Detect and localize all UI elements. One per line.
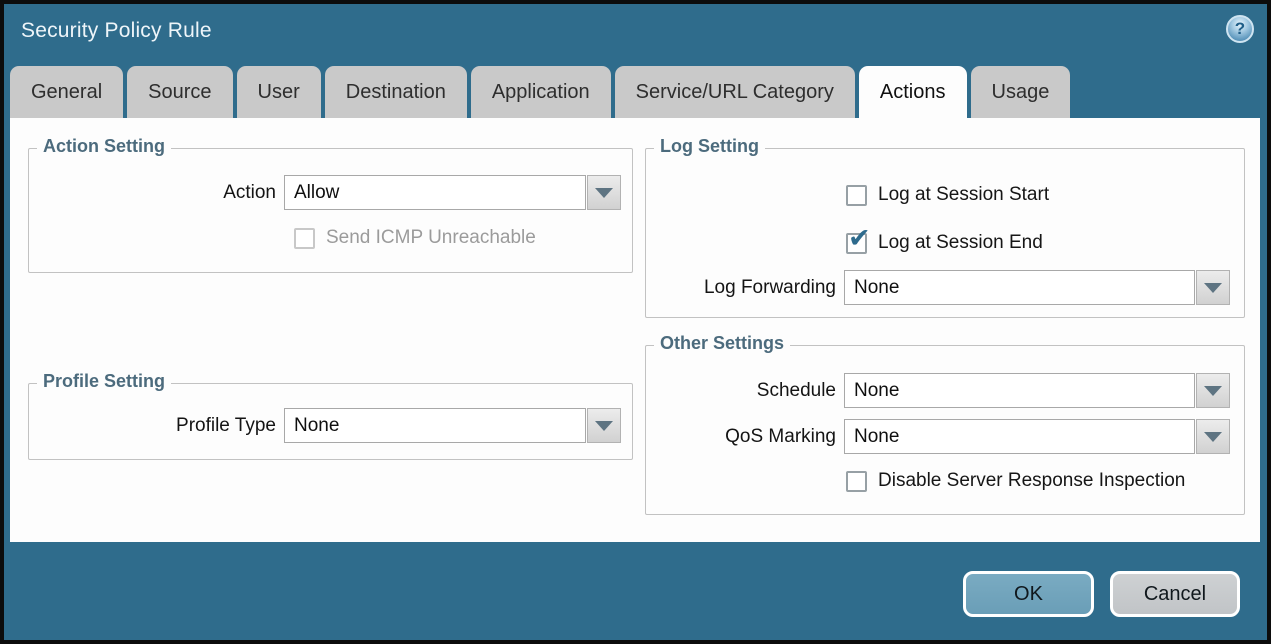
actions-tab-panel: Action Setting Action Allow Send ICMP Un… <box>10 118 1260 542</box>
schedule-row: Schedule None <box>646 373 1244 408</box>
cancel-button[interactable]: Cancel <box>1110 571 1240 617</box>
log-session-end-label: Log at Session End <box>878 232 1043 254</box>
log-session-start-label: Log at Session Start <box>878 184 1049 206</box>
qos-marking-label: QoS Marking <box>646 426 836 448</box>
tab-usage[interactable]: Usage <box>971 66 1071 118</box>
schedule-combo: None <box>844 373 1230 408</box>
log-forwarding-combo: None <box>844 270 1230 305</box>
qos-marking-dropdown[interactable]: None <box>844 419 1195 454</box>
tab-user[interactable]: User <box>237 66 321 118</box>
tab-service-url-category[interactable]: Service/URL Category <box>615 66 855 118</box>
profile-type-label: Profile Type <box>29 415 276 437</box>
log-session-start-checkbox[interactable] <box>846 185 867 206</box>
action-setting-group: Action Setting Action Allow Send ICMP Un… <box>28 148 633 273</box>
dialog-title: Security Policy Rule <box>21 19 212 43</box>
tab-source[interactable]: Source <box>127 66 232 118</box>
send-icmp-row: Send ICMP Unreachable <box>294 227 536 249</box>
schedule-dropdown-button[interactable] <box>1196 373 1230 408</box>
profile-type-dropdown[interactable]: None <box>284 408 586 443</box>
tab-bar: General Source User Destination Applicat… <box>10 66 1070 118</box>
other-settings-legend: Other Settings <box>654 333 790 354</box>
chevron-down-icon <box>1204 283 1222 293</box>
log-forwarding-row: Log Forwarding None <box>646 270 1244 305</box>
question-mark-icon: ? <box>1235 19 1245 39</box>
dsri-label: Disable Server Response Inspection <box>878 470 1185 492</box>
help-button[interactable]: ? <box>1226 15 1254 43</box>
chevron-down-icon <box>595 188 613 198</box>
log-session-start-row: Log at Session Start <box>846 184 1049 206</box>
log-forwarding-dropdown-button[interactable] <box>1196 270 1230 305</box>
action-dropdown[interactable]: Allow <box>284 175 586 210</box>
other-settings-group: Other Settings Schedule None QoS Marking… <box>645 345 1245 515</box>
profile-type-row: Profile Type None <box>29 408 632 443</box>
log-forwarding-dropdown[interactable]: None <box>844 270 1195 305</box>
action-setting-legend: Action Setting <box>37 136 171 157</box>
schedule-label: Schedule <box>646 380 836 402</box>
ok-button[interactable]: OK <box>963 571 1094 617</box>
dsri-checkbox[interactable] <box>846 471 867 492</box>
chevron-down-icon <box>1204 432 1222 442</box>
log-forwarding-label: Log Forwarding <box>646 277 836 299</box>
profile-type-dropdown-button[interactable] <box>587 408 621 443</box>
qos-marking-dropdown-button[interactable] <box>1196 419 1230 454</box>
chevron-down-icon <box>1204 386 1222 396</box>
tab-actions[interactable]: Actions <box>859 66 967 118</box>
profile-setting-legend: Profile Setting <box>37 371 171 392</box>
action-row: Action Allow <box>29 175 632 210</box>
dsri-row: Disable Server Response Inspection <box>846 470 1185 492</box>
action-label: Action <box>29 182 276 204</box>
qos-marking-combo: None <box>844 419 1230 454</box>
log-session-end-row: Log at Session End <box>846 232 1043 254</box>
tab-general[interactable]: General <box>10 66 123 118</box>
security-policy-rule-dialog: Security Policy Rule ? General Source Us… <box>0 0 1271 644</box>
profile-type-combo: None <box>284 408 621 443</box>
schedule-dropdown[interactable]: None <box>844 373 1195 408</box>
action-dropdown-button[interactable] <box>587 175 621 210</box>
profile-setting-group: Profile Setting Profile Type None <box>28 383 633 460</box>
action-combo: Allow <box>284 175 621 210</box>
log-session-end-checkbox[interactable] <box>846 233 867 254</box>
log-setting-legend: Log Setting <box>654 136 765 157</box>
qos-marking-row: QoS Marking None <box>646 419 1244 454</box>
log-setting-group: Log Setting Log at Session Start Log at … <box>645 148 1245 318</box>
send-icmp-checkbox <box>294 228 315 249</box>
send-icmp-label: Send ICMP Unreachable <box>326 227 536 249</box>
tab-destination[interactable]: Destination <box>325 66 467 118</box>
tab-application[interactable]: Application <box>471 66 611 118</box>
chevron-down-icon <box>595 421 613 431</box>
